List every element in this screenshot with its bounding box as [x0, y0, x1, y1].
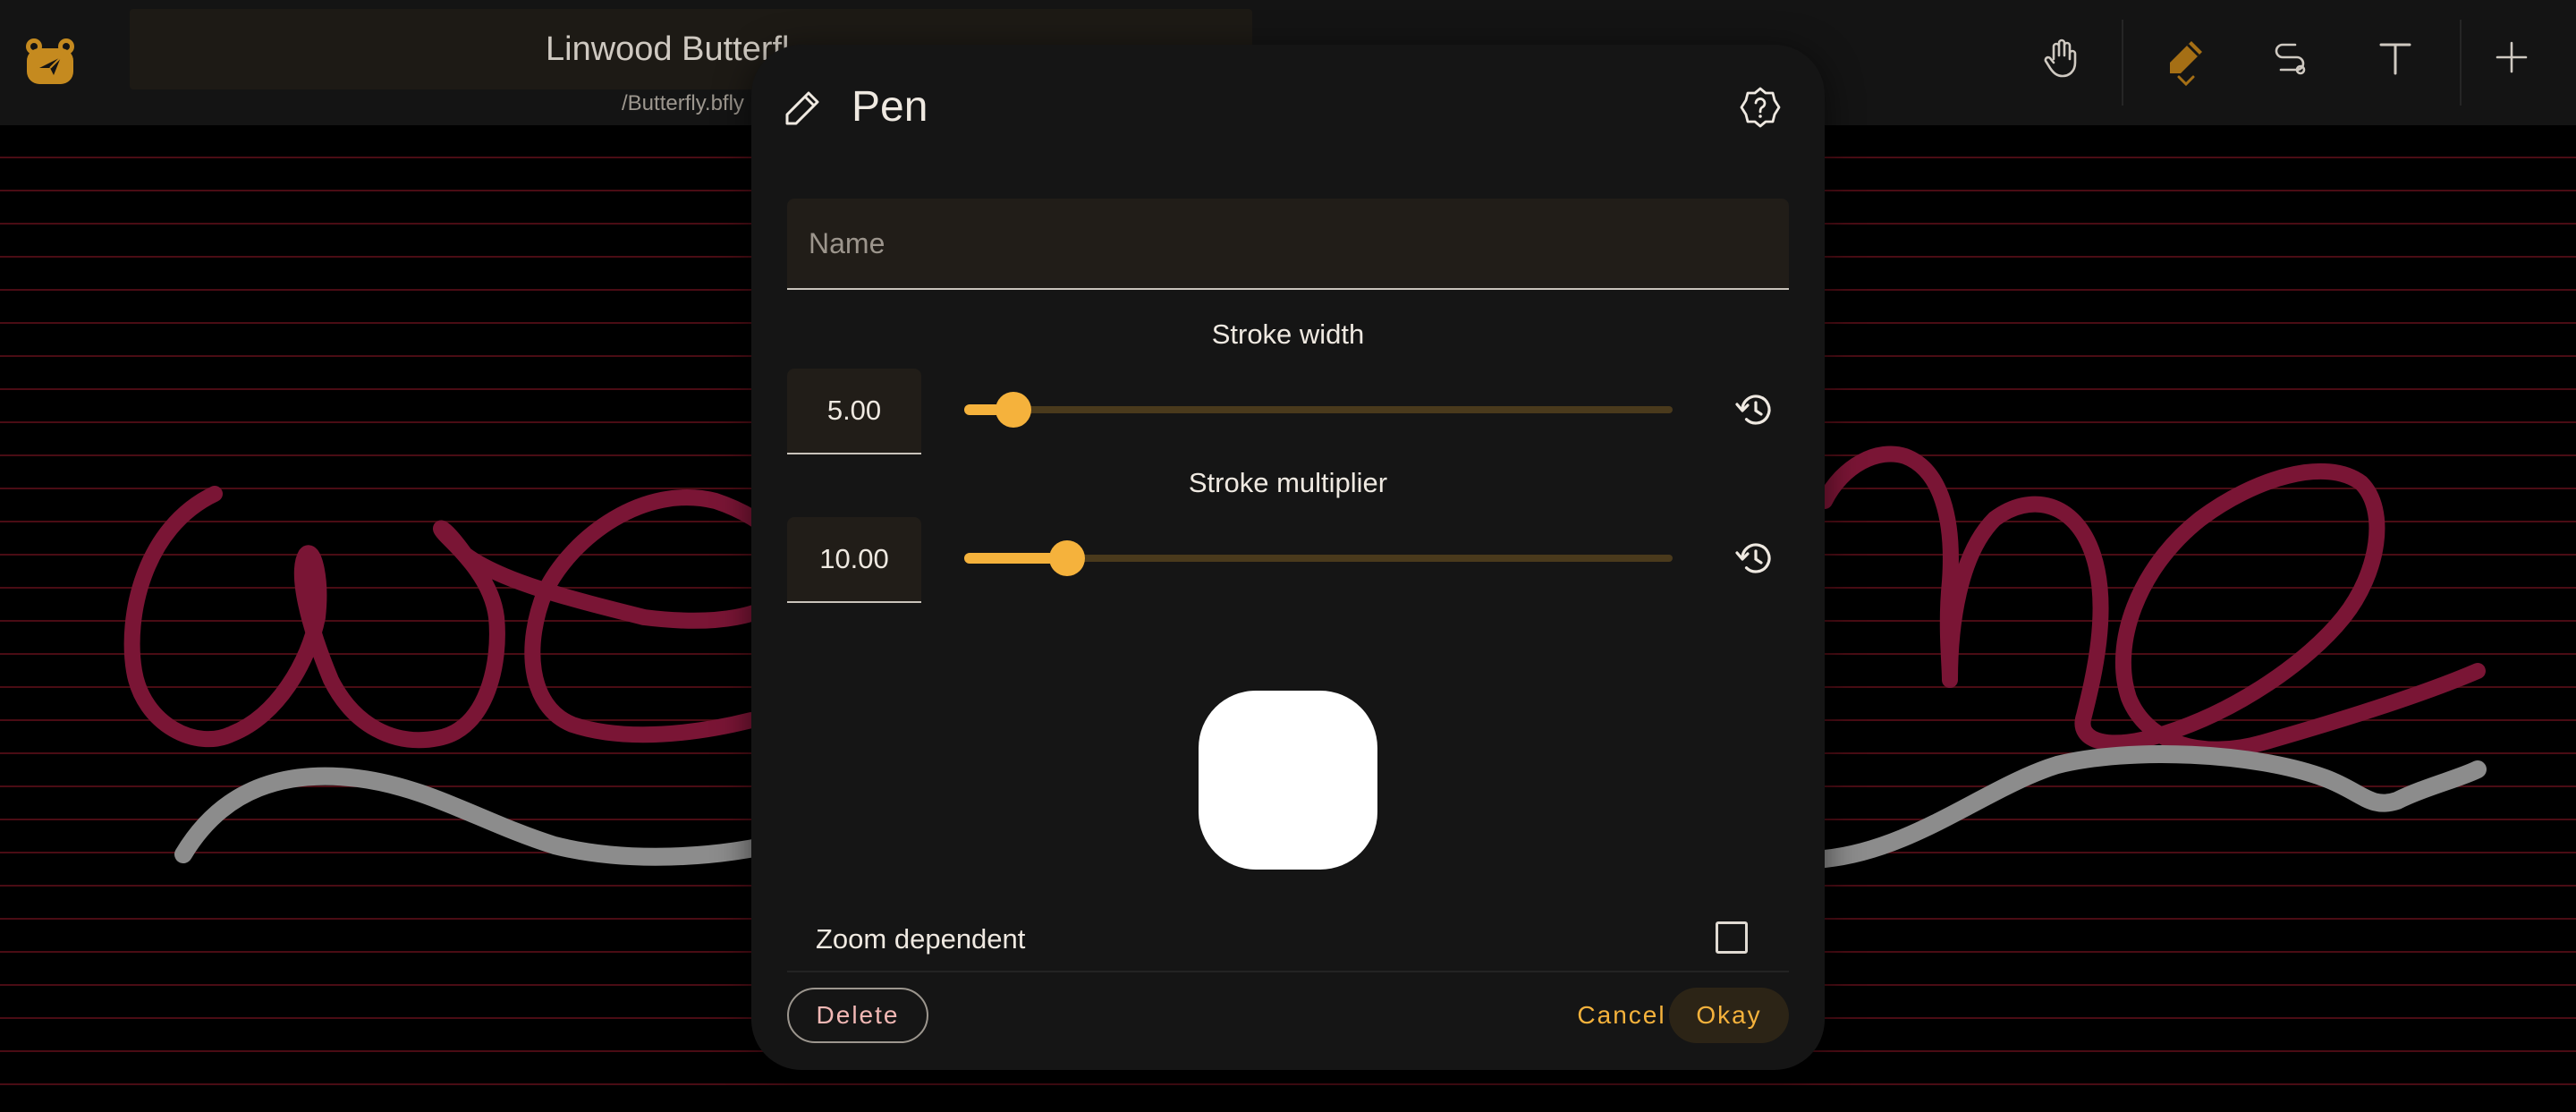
toolbar-divider: [2122, 20, 2123, 106]
reset-history-icon[interactable]: [1732, 386, 1778, 433]
path-tool-button[interactable]: [2254, 21, 2326, 93]
stroke-we: [123, 486, 801, 749]
linwood-butterfly-logo[interactable]: [23, 34, 77, 88]
pen-icon: [785, 91, 819, 125]
path-icon: [2275, 43, 2306, 75]
stroke-width-label: Stroke width: [1211, 318, 1365, 350]
dialog-title: Pen: [852, 83, 928, 131]
name-field[interactable]: [787, 199, 1789, 290]
help-icon[interactable]: [1739, 86, 1782, 129]
slider-thumb[interactable]: [996, 392, 1032, 428]
stroke-width-slider[interactable]: [964, 392, 1673, 428]
add-icon: [2496, 41, 2528, 73]
pen-settings-dialog: Pen Stroke width 5.00 Stroke multiplier …: [751, 45, 1825, 1070]
slider-track: [964, 406, 1673, 413]
toolbar-divider: [2460, 20, 2462, 106]
zoom-dependent-label: Zoom dependent: [816, 923, 1026, 955]
reset-history-icon[interactable]: [1732, 535, 1778, 581]
footer-divider: [787, 971, 1789, 972]
stroke-me: [1817, 446, 2486, 758]
document-title[interactable]: Linwood Butterfl: [546, 30, 790, 69]
stroke-multiplier-label: Stroke multiplier: [1188, 467, 1388, 498]
slider-thumb[interactable]: [1048, 540, 1085, 576]
okay-button[interactable]: Okay: [1669, 988, 1789, 1043]
text-icon: [2379, 43, 2411, 75]
hand-tool-button[interactable]: [2025, 21, 2097, 93]
stroke-multiplier-input[interactable]: 10.00: [787, 517, 921, 603]
stroke-width-input[interactable]: 5.00: [787, 369, 921, 454]
app-window: Linwood Butterfl /Butterfly.bfly Pen Nam…: [0, 0, 2576, 1112]
chevron-down-icon[interactable]: [2174, 72, 2199, 89]
hand-icon: [2044, 38, 2077, 78]
add-tool-button[interactable]: [2476, 21, 2547, 93]
zoom-dependent-checkbox[interactable]: [1716, 921, 1748, 954]
stroke-multiplier-slider[interactable]: [964, 540, 1673, 576]
delete-button[interactable]: Delete: [787, 988, 928, 1043]
stroke-preview: [1199, 691, 1377, 870]
text-tool-button[interactable]: [2360, 21, 2431, 93]
name-input[interactable]: [787, 199, 1789, 288]
document-path: /Butterfly.bfly: [622, 91, 744, 115]
